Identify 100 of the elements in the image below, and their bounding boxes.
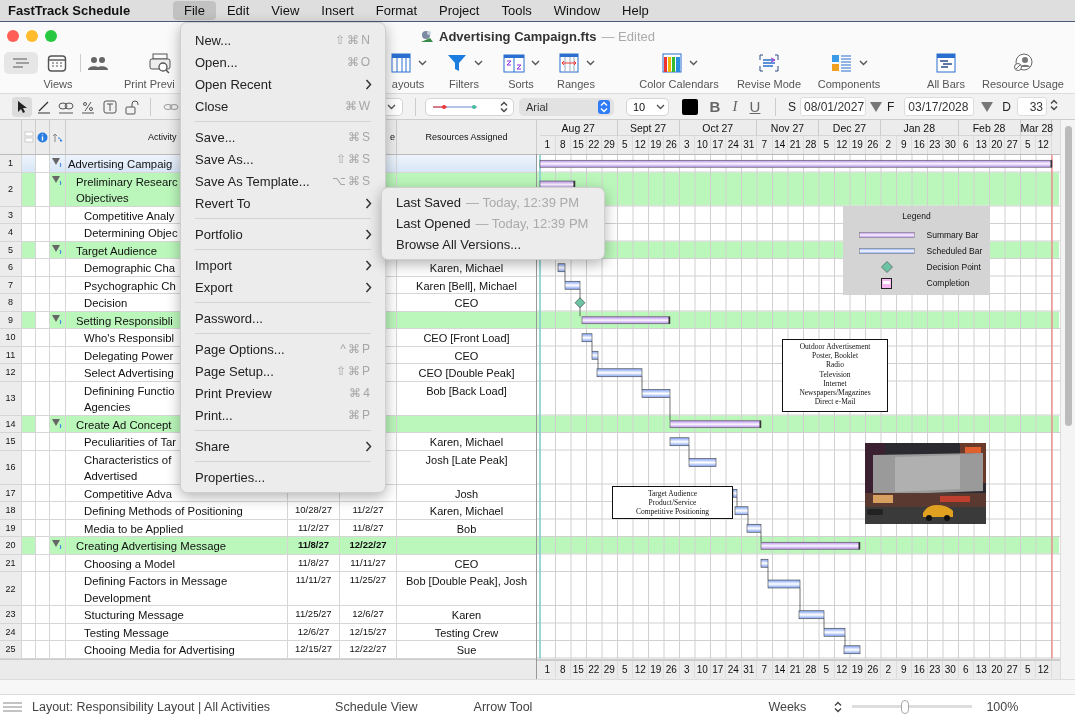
resource-names: Karen, Michael	[429, 505, 504, 519]
week-label: 12	[836, 663, 848, 675]
resource-names: Sue	[456, 644, 477, 658]
start-date: 10/28/27	[295, 504, 332, 517]
week-label: 26	[665, 663, 677, 675]
month-label: Nov 27	[770, 122, 805, 134]
shortcut-label: ⌘S	[348, 130, 372, 144]
activity-name: Preliminary Researc Objectives	[76, 174, 178, 206]
activity-name: Psychographic Ch	[84, 278, 176, 293]
resource-names: Bob	[456, 522, 477, 536]
finish-date: 11/2/27	[352, 504, 384, 517]
week-label: 12	[634, 663, 646, 675]
row-number: 3	[8, 209, 13, 220]
week-label: 23	[929, 663, 941, 675]
week-label: 27	[1006, 663, 1018, 675]
week-label: 20	[991, 663, 1003, 675]
row-number: 1	[8, 158, 13, 169]
week-label: 8	[559, 663, 566, 675]
resource-names: CEO [Double Peak]	[418, 367, 515, 381]
activity-name: Stucturing Message	[84, 608, 184, 623]
finish-date: 12/22/27	[349, 539, 387, 552]
week-label: 19	[851, 663, 863, 675]
week-label: 16	[913, 663, 925, 675]
week-label: 2	[885, 663, 892, 675]
week-label: 28	[805, 663, 817, 675]
week-label: 24	[727, 663, 739, 675]
week-label: 28	[805, 139, 817, 150]
legend-label: Decision Point	[926, 262, 982, 272]
finish-date: 11/8/27	[352, 521, 384, 535]
row-number: 13	[5, 393, 16, 403]
activity-name: Competitive Adva	[84, 486, 172, 501]
week-label: 6	[962, 663, 969, 675]
resource-names: Josh	[454, 487, 479, 501]
week-label: 12	[634, 139, 646, 150]
month-label: Mar 28	[1020, 122, 1054, 134]
row-number: 12	[5, 367, 16, 378]
start-date: 11/11/27	[295, 574, 332, 587]
activity-name: Choosing a Model	[84, 556, 176, 571]
week-label: 5	[823, 663, 830, 675]
resource-names: CEO	[454, 297, 479, 311]
start-date: 12/15/27	[295, 643, 332, 656]
week-label: 30	[944, 663, 956, 675]
week-label: 30	[944, 139, 956, 150]
activity-name: Media to be Applied	[84, 521, 184, 536]
week-label: 13	[975, 663, 987, 675]
week-label: 26	[665, 139, 677, 150]
toolbar-label: Views	[43, 78, 73, 90]
start-date: 11/25/27	[295, 608, 332, 621]
resource-names: Bob [Back Load]	[426, 384, 507, 399]
legend-label: Completion	[926, 278, 971, 288]
week-label: 21	[789, 663, 801, 675]
week-label: 5	[823, 139, 830, 150]
week-label: 3	[683, 139, 690, 150]
week-label: 1	[544, 139, 551, 150]
week-label: 12	[1037, 663, 1049, 675]
week-label: 23	[929, 139, 941, 150]
row-number: 25	[5, 644, 16, 655]
week-label: 22	[588, 139, 600, 150]
activity-name: Creating Advertising Message	[76, 539, 227, 554]
row-number: 14	[5, 418, 16, 429]
activity-name: Delegating Power	[84, 348, 174, 363]
activity-name: Peculiarities of Tar	[84, 435, 177, 450]
row-number: 23	[5, 609, 16, 620]
finish-date: 12/22/27	[349, 643, 387, 656]
activity-name: Characteristics of Advertised	[84, 452, 172, 484]
row-number: 10	[5, 332, 16, 343]
week-label: 20	[991, 139, 1003, 150]
activity-name: Definining Functio Agencies	[84, 383, 175, 415]
week-label: 5	[621, 663, 628, 675]
activity-name: Chooing Media for Advertising	[84, 643, 235, 658]
shortcut-label: ⇧⌘N	[335, 33, 372, 47]
resource-names: Karen, Michael	[429, 262, 504, 276]
version-time: — Today, 12:39 PM	[475, 216, 589, 231]
week-label: 10	[696, 663, 708, 675]
activity-name: Advertising Campaig	[68, 157, 173, 172]
activity-name: Decision	[84, 296, 128, 311]
activity-name: Select Advertising	[84, 366, 174, 381]
row-number: 21	[5, 557, 16, 568]
week-label: 19	[650, 139, 662, 150]
week-label: 14	[774, 663, 786, 675]
activity-name: Who's Responsibl	[84, 331, 175, 346]
finish-date: 12/15/27	[349, 625, 387, 639]
week-label: 24	[727, 139, 739, 150]
week-label: 2	[885, 139, 892, 150]
activity-name: Defining Methods of Positioning	[84, 504, 243, 519]
resource-names: Josh [Late Peak]	[425, 453, 508, 468]
week-label: 29	[603, 663, 615, 675]
week-label: 19	[650, 663, 662, 675]
week-label: 5	[1024, 663, 1031, 675]
row-number: 5	[8, 244, 13, 255]
week-label: 5	[621, 139, 628, 150]
activity-name: Competitive Analy	[84, 208, 175, 223]
row-number: 4	[8, 227, 13, 238]
finish-date: 11/25/27	[349, 574, 387, 587]
start-date: 11/8/27	[298, 556, 329, 570]
start-date: 11/2/27	[298, 521, 329, 535]
start-date: 12/6/27	[297, 625, 330, 639]
week-label: 10	[696, 139, 708, 150]
start-label: S	[788, 99, 796, 114]
activity-name: Demographic Cha	[84, 261, 176, 276]
